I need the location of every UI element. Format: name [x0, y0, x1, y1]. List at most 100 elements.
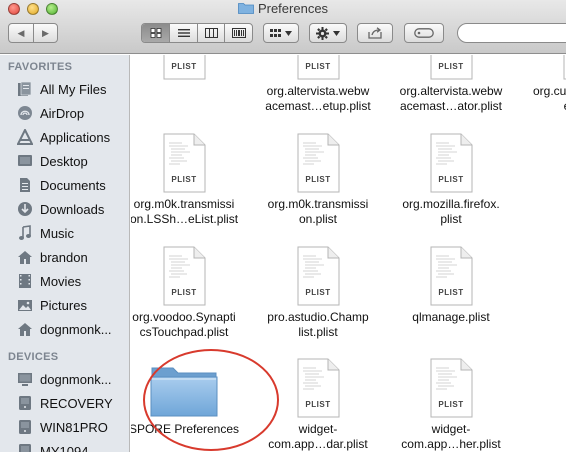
- file-name-line-1: org.m0k.transmissi: [267, 197, 369, 211]
- toolbar: Preferences ◀ ▶: [0, 0, 566, 54]
- file-name-line-2: com.app…her.plist: [401, 437, 501, 451]
- file-item[interactable]: PLIST org.cups.PrintingPrefs.plist: [519, 55, 566, 114]
- document-type-label: PLIST: [438, 400, 464, 409]
- sidebar-item-downloads[interactable]: Downloads: [0, 197, 129, 221]
- file-name: org.cups.PrintingPrefs.plist: [519, 84, 566, 114]
- home-icon: [16, 320, 34, 338]
- sidebar-item-music[interactable]: Music: [0, 221, 129, 245]
- sidebar-item-desktop[interactable]: Desktop: [0, 149, 129, 173]
- sidebar-item-dognmonk-computer[interactable]: dognmonk...: [0, 367, 129, 391]
- folder-icon: [238, 3, 254, 14]
- file-name-line-2: list.plist: [298, 325, 338, 339]
- sidebar-item-my1094[interactable]: MY1094: [0, 439, 129, 452]
- file-name-line-1: org.mozilla.firefox.: [402, 197, 500, 211]
- sidebar-item-all-my-files[interactable]: All My Files: [0, 77, 129, 101]
- file-name-line-1: org.cups.PrintingPr: [532, 84, 566, 98]
- file-name-line-1: org.altervista.webw: [399, 84, 503, 98]
- gear-icon: [316, 26, 329, 40]
- plist-document-icon: PLIST: [427, 246, 475, 306]
- sidebar-item-movies[interactable]: Movies: [0, 269, 129, 293]
- action-button[interactable]: [309, 23, 347, 43]
- finder-window: Preferences ◀ ▶ FAVORITES All My Files A…: [0, 0, 566, 452]
- list-view-icon: [177, 29, 190, 37]
- downloads-icon: [16, 200, 34, 218]
- disk-icon: [16, 394, 34, 412]
- sidebar-item-win81pro[interactable]: WIN81PRO: [0, 415, 129, 439]
- file-name-line-2: on.plist: [298, 212, 338, 226]
- coverflow-view-button[interactable]: [224, 24, 252, 42]
- plist-document-icon: PLIST: [427, 133, 475, 193]
- plist-document-icon: PLIST: [294, 358, 342, 418]
- sidebar: FAVORITES All My Files AirDrop Applicati…: [0, 55, 130, 452]
- music-icon: [16, 224, 34, 242]
- file-item[interactable]: PLIST org.altervista.webw acemast…ator.pli…: [386, 55, 516, 114]
- chevron-down-icon: [333, 30, 340, 36]
- file-item[interactable]: PLIST org.altervista.webw acemast…etup.pli…: [253, 55, 383, 114]
- file-name-line-2: on.LSSh…eList.plist: [131, 212, 239, 226]
- file-name-line-2: csTouchpad.plist: [139, 325, 229, 339]
- file-name: org.m0k.transmissi on.plist: [253, 197, 383, 227]
- plist-document-icon: PLIST: [160, 55, 208, 80]
- movies-icon: [16, 272, 34, 290]
- desktop-icon: [16, 152, 34, 170]
- file-name: org.m0k.transmissi on.LSSh…eList.plist: [131, 197, 249, 227]
- file-name: org.altervista.webw acemast…ator.plist: [386, 84, 516, 114]
- file-item[interactable]: PLIST org.voodoo.Synapti csTouchpad.plist: [131, 246, 249, 340]
- search-field[interactable]: [457, 23, 566, 43]
- sidebar-item-documents[interactable]: Documents: [0, 173, 129, 197]
- file-name-line-1: org.altervista.webw: [266, 84, 370, 98]
- document-type-label: PLIST: [305, 288, 331, 297]
- back-button[interactable]: ◀: [9, 24, 33, 42]
- column-view-icon: [204, 28, 218, 38]
- file-name: qlmanage.plist: [386, 310, 516, 325]
- plist-document-icon: PLIST: [160, 246, 208, 306]
- tag-icon: [414, 28, 434, 38]
- column-view-button[interactable]: [196, 24, 225, 42]
- file-item[interactable]: PLIST org.mozilla.firefox. plist: [386, 133, 516, 227]
- back-forward-group: ◀ ▶: [8, 23, 58, 43]
- window-title: Preferences: [0, 1, 566, 17]
- applications-icon: [16, 128, 34, 146]
- list-view-button[interactable]: [169, 24, 197, 42]
- arrange-button[interactable]: [263, 23, 299, 43]
- file-name-line-1: org.m0k.transmissi: [133, 197, 235, 211]
- plist-document-icon: PLIST: [560, 55, 566, 80]
- back-arrow-icon: ◀: [17, 27, 25, 38]
- file-item[interactable]: PLIST pro.astudio.Champ list.plist: [253, 246, 383, 340]
- file-item[interactable]: PLIST: [131, 55, 249, 84]
- pictures-icon: [16, 296, 34, 314]
- computer-icon: [16, 370, 34, 388]
- file-item[interactable]: PLIST widget-com.app…dar.plist: [253, 358, 383, 452]
- sidebar-item-dognmonk-home[interactable]: dognmonk...: [0, 317, 129, 341]
- file-name: org.voodoo.Synapti csTouchpad.plist: [131, 310, 249, 340]
- document-type-label: PLIST: [305, 400, 331, 409]
- icon-view-button[interactable]: [142, 24, 170, 42]
- plist-document-icon: PLIST: [294, 133, 342, 193]
- document-type-label: PLIST: [305, 62, 331, 71]
- plist-document-icon: PLIST: [427, 55, 475, 80]
- disk-icon: [16, 418, 34, 436]
- sidebar-item-recovery[interactable]: RECOVERY: [0, 391, 129, 415]
- sidebar-item-applications[interactable]: Applications: [0, 125, 129, 149]
- documents-icon: [16, 176, 34, 194]
- file-item[interactable]: PLIST qlmanage.plist: [386, 246, 516, 325]
- file-item[interactable]: PLIST widget-com.app…her.plist: [386, 358, 516, 452]
- file-name-line-2: efs.plist: [519, 99, 566, 114]
- sidebar-item-airdrop[interactable]: AirDrop: [0, 101, 129, 125]
- chevron-down-icon: [285, 30, 292, 36]
- file-item[interactable]: PLIST org.m0k.transmissi on.LSSh…eList.pli…: [131, 133, 249, 227]
- sidebar-item-pictures[interactable]: Pictures: [0, 293, 129, 317]
- forward-button[interactable]: ▶: [32, 24, 57, 42]
- tags-button[interactable]: [404, 23, 444, 43]
- forward-arrow-icon: ▶: [42, 27, 49, 38]
- document-type-label: PLIST: [171, 288, 197, 297]
- file-name-line-1: widget-: [298, 422, 338, 436]
- file-name-line-2: com.app…dar.plist: [268, 437, 368, 451]
- file-item[interactable]: PLIST org.m0k.transmissi on.plist: [253, 133, 383, 227]
- share-button[interactable]: [357, 23, 393, 43]
- document-type-label: PLIST: [171, 175, 197, 184]
- sidebar-item-brandon[interactable]: brandon: [0, 245, 129, 269]
- airdrop-icon: [16, 104, 34, 122]
- plist-document-icon: PLIST: [427, 358, 475, 418]
- arrange-grid-icon: [270, 28, 281, 37]
